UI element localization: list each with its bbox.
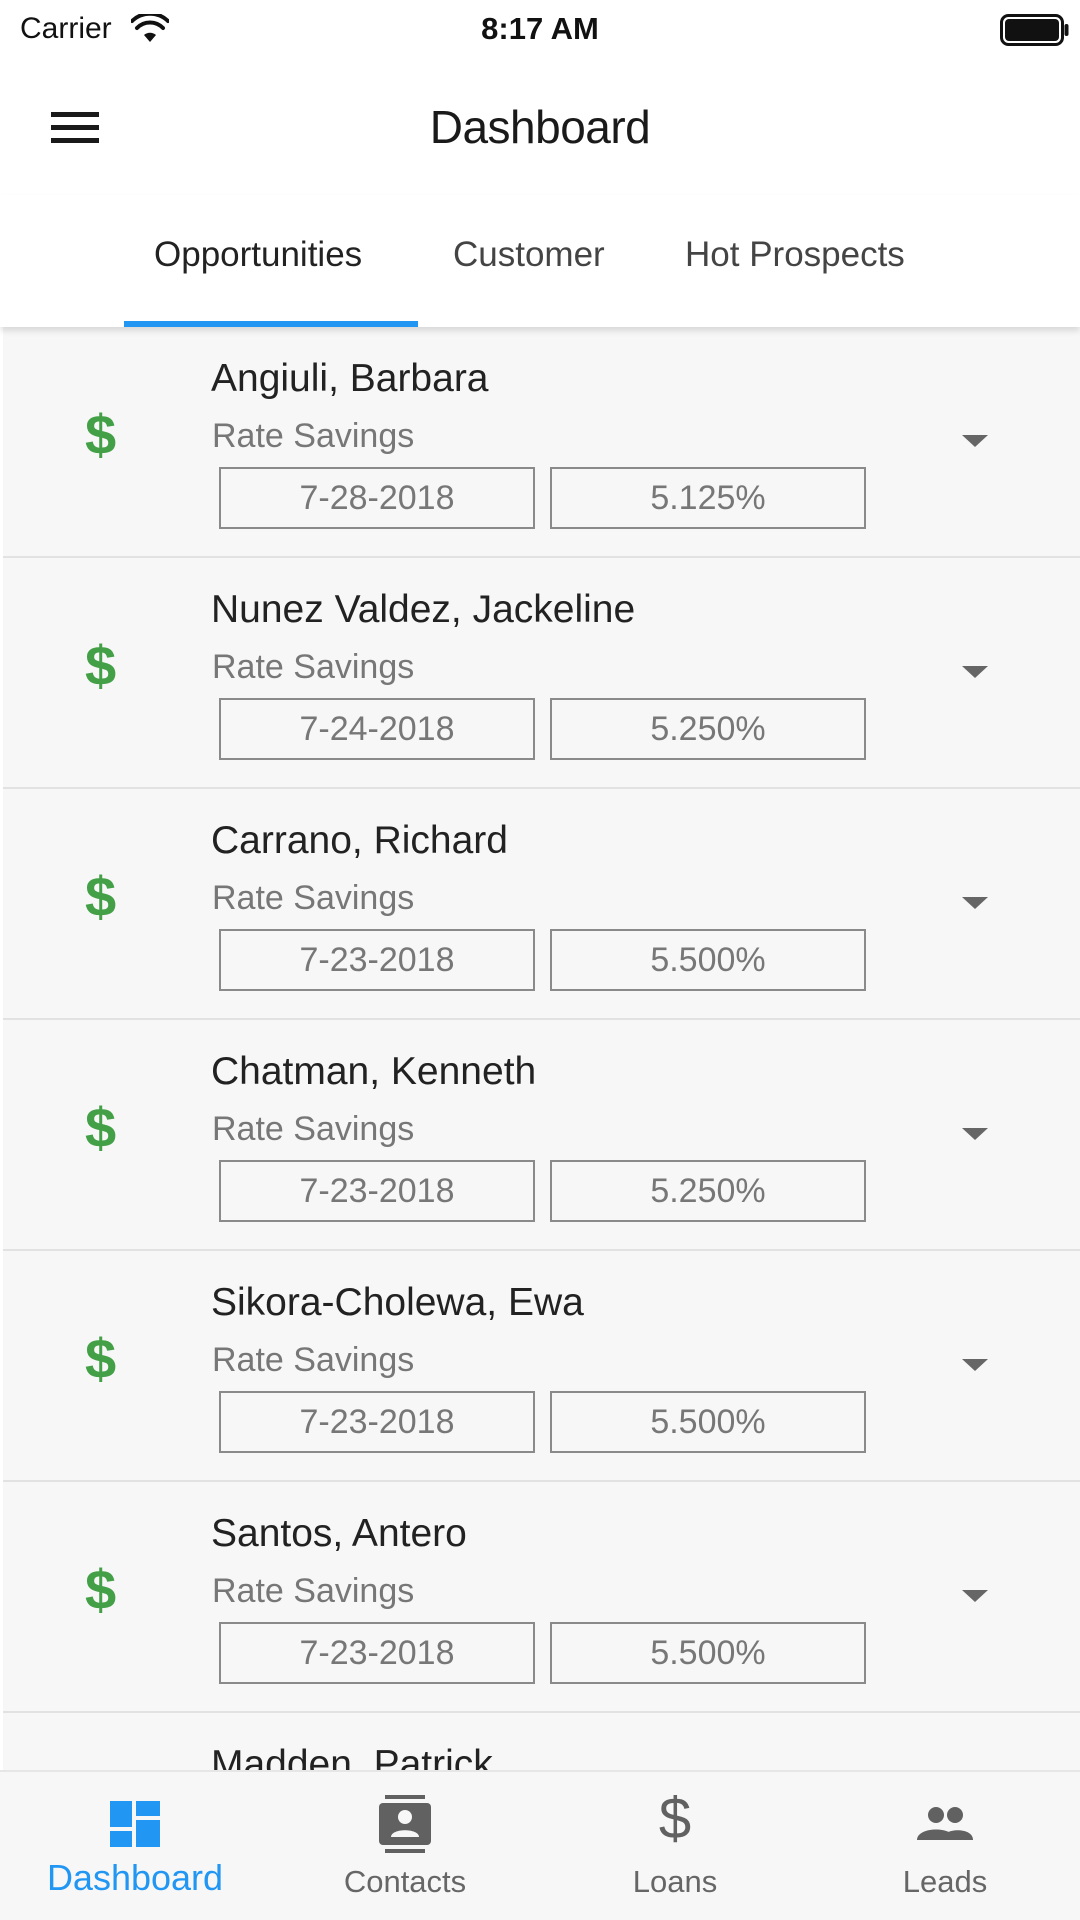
bottom-nav: Dashboard Contacts $ Loans Leads — [0, 1770, 1080, 1920]
dollar-icon: $ — [85, 403, 117, 466]
rate-field: 5.500% — [550, 929, 866, 991]
contacts-icon — [379, 1795, 431, 1853]
app-bar: Dashboard — [0, 62, 1080, 195]
status-time: 8:17 AM — [481, 11, 599, 46]
dollar-icon: $ — [85, 634, 117, 697]
dollar-icon: $ — [85, 1096, 117, 1159]
caret-down-icon[interactable] — [960, 1588, 990, 1604]
contact-name: Madden, Patrick — [211, 1743, 493, 1770]
nav-label: Contacts — [343, 1864, 467, 1899]
list-item[interactable]: $ Nunez Valdez, Jackeline Rate Savings 7… — [3, 558, 1080, 789]
tab-opportunities[interactable]: Opportunities — [154, 235, 362, 275]
opportunity-type: Rate Savings — [212, 648, 415, 686]
dollar-icon: $ — [85, 1327, 117, 1390]
date-field: 7-23-2018 — [219, 1160, 535, 1222]
date-field: 7-28-2018 — [219, 467, 535, 529]
contact-name: Chatman, Kenneth — [211, 1050, 537, 1093]
dashboard-icon — [110, 1801, 160, 1847]
list-item[interactable]: $ Madden, Patrick — [3, 1713, 1080, 1770]
tab-customer[interactable]: Customer — [453, 235, 605, 275]
opportunity-type: Rate Savings — [212, 1110, 415, 1148]
contact-name: Angiuli, Barbara — [211, 357, 489, 400]
active-tab-indicator — [124, 321, 418, 327]
nav-loans[interactable]: $ Loans — [540, 1772, 810, 1920]
opportunity-type: Rate Savings — [212, 1572, 415, 1610]
rate-field: 5.500% — [550, 1622, 866, 1684]
contact-name: Carrano, Richard — [211, 819, 508, 862]
nav-leads[interactable]: Leads — [810, 1772, 1080, 1920]
contact-name: Nunez Valdez, Jackeline — [211, 588, 636, 631]
tab-hot-prospects[interactable]: Hot Prospects — [685, 235, 905, 275]
rate-field: 5.125% — [550, 467, 866, 529]
dollar-icon: $ — [658, 1786, 692, 1851]
caret-down-icon[interactable] — [960, 433, 990, 449]
date-field: 7-23-2018 — [219, 1622, 535, 1684]
caret-down-icon[interactable] — [960, 895, 990, 911]
battery-icon — [1000, 14, 1069, 46]
status-bar: Carrier 8:17 AM — [0, 0, 1080, 62]
list-item[interactable]: $ Santos, Antero Rate Savings 7-23-2018 … — [3, 1482, 1080, 1713]
nav-dashboard[interactable]: Dashboard — [0, 1772, 270, 1920]
list-item[interactable]: $ Carrano, Richard Rate Savings 7-23-201… — [3, 789, 1080, 1020]
rate-field: 5.250% — [550, 698, 866, 760]
list-item[interactable]: $ Sikora-Cholewa, Ewa Rate Savings 7-23-… — [3, 1251, 1080, 1482]
rate-field: 5.250% — [550, 1160, 866, 1222]
nav-label: Loans — [632, 1864, 718, 1899]
screen: Carrier 8:17 AM Dashboard Opportunities … — [0, 0, 1080, 1920]
caret-down-icon[interactable] — [960, 1357, 990, 1373]
list-item[interactable]: $ Chatman, Kenneth Rate Savings 7-23-201… — [3, 1020, 1080, 1251]
contact-name: Sikora-Cholewa, Ewa — [211, 1281, 584, 1324]
people-icon — [917, 1807, 973, 1840]
date-field: 7-23-2018 — [219, 1391, 535, 1453]
dollar-icon: $ — [85, 1558, 117, 1621]
opportunity-type: Rate Savings — [212, 417, 415, 455]
opportunity-type: Rate Savings — [212, 1341, 415, 1379]
page-title: Dashboard — [429, 101, 651, 153]
date-field: 7-24-2018 — [219, 698, 535, 760]
caret-down-icon[interactable] — [960, 664, 990, 680]
opportunity-type: Rate Savings — [212, 879, 415, 917]
dollar-icon: $ — [85, 865, 117, 928]
date-field: 7-23-2018 — [219, 929, 535, 991]
list-item[interactable]: $ Angiuli, Barbara Rate Savings 7-28-201… — [3, 327, 1080, 558]
tab-bar: Opportunities Customer Hot Prospects — [0, 195, 1080, 327]
caret-down-icon[interactable] — [960, 1126, 990, 1142]
nav-label: Leads — [902, 1864, 988, 1899]
rate-field: 5.500% — [550, 1391, 866, 1453]
contact-name: Santos, Antero — [211, 1512, 467, 1555]
opportunity-list[interactable]: $ Angiuli, Barbara Rate Savings 7-28-201… — [3, 327, 1080, 1770]
nav-contacts[interactable]: Contacts — [270, 1772, 540, 1920]
nav-label: Dashboard — [46, 1857, 224, 1898]
